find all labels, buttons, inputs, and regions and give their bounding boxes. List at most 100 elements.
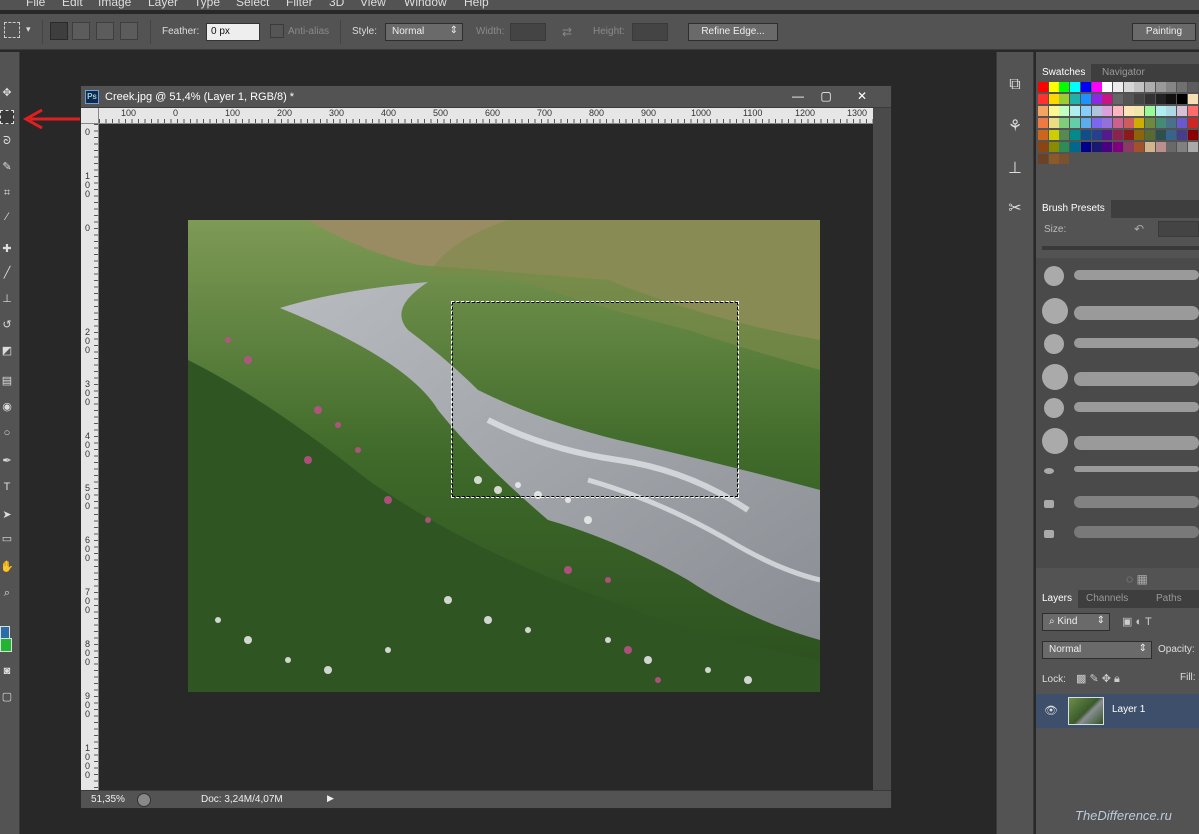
- screen-mode-icon[interactable]: ▢: [0, 690, 14, 704]
- color-swatch[interactable]: [1048, 94, 1059, 104]
- color-swatch[interactable]: [1102, 142, 1113, 152]
- menu-select[interactable]: Select: [236, 0, 269, 9]
- color-swatch[interactable]: [1038, 142, 1048, 152]
- feather-input[interactable]: 0 px: [206, 23, 260, 41]
- color-swatch[interactable]: [1048, 154, 1059, 164]
- color-swatch[interactable]: [1187, 106, 1198, 116]
- menu-help[interactable]: Help: [464, 0, 489, 9]
- color-swatch[interactable]: [1145, 82, 1155, 92]
- color-swatch[interactable]: [1059, 118, 1070, 128]
- horizontal-ruler[interactable]: 100 0 100 200 300 400 500 600 700 800 90…: [99, 108, 873, 124]
- color-swatch[interactable]: [1155, 118, 1166, 128]
- color-swatch[interactable]: [1155, 94, 1166, 104]
- move-icon[interactable]: ✥: [0, 86, 14, 100]
- color-swatch[interactable]: [1048, 142, 1059, 152]
- color-swatch[interactable]: [1134, 142, 1145, 152]
- color-swatch[interactable]: [1070, 82, 1081, 92]
- color-swatch[interactable]: [1134, 130, 1145, 140]
- color-swatch[interactable]: [1112, 106, 1123, 116]
- color-swatch[interactable]: [1080, 94, 1091, 104]
- layer-row[interactable]: 👁︎ Layer 1: [1036, 694, 1199, 728]
- color-swatch[interactable]: [1123, 82, 1134, 92]
- color-swatch[interactable]: [1048, 82, 1059, 92]
- brush-panel-icons[interactable]: ◌ ▦: [1126, 572, 1148, 586]
- color-swatch[interactable]: [1070, 94, 1081, 104]
- size-input[interactable]: [1158, 221, 1199, 237]
- background-color-swatch[interactable]: [0, 638, 12, 652]
- menu-file[interactable]: File: [26, 0, 45, 9]
- blend-mode-select[interactable]: Normal ⇕: [1042, 641, 1152, 659]
- color-swatch[interactable]: [1145, 106, 1155, 116]
- color-swatch[interactable]: [1166, 130, 1177, 140]
- brush-preset[interactable]: [1040, 426, 1199, 456]
- vertical-scrollbar[interactable]: [873, 108, 891, 790]
- color-swatch[interactable]: [1187, 118, 1198, 128]
- crop-icon[interactable]: ⌗: [0, 186, 14, 200]
- brush-preset[interactable]: [1040, 490, 1199, 520]
- menu-view[interactable]: View: [360, 0, 386, 9]
- brush-preset[interactable]: [1040, 394, 1199, 424]
- brush-preset[interactable]: [1040, 362, 1199, 392]
- color-swatch[interactable]: [1145, 142, 1155, 152]
- color-swatch[interactable]: [1091, 82, 1102, 92]
- color-swatch[interactable]: [1187, 94, 1198, 104]
- color-swatch[interactable]: [1038, 154, 1048, 164]
- color-swatch[interactable]: [1155, 130, 1166, 140]
- menu-window[interactable]: Window: [404, 0, 447, 9]
- color-swatch[interactable]: [1080, 130, 1091, 140]
- pen-icon[interactable]: ✒: [0, 454, 14, 468]
- color-swatch[interactable]: [1070, 142, 1081, 152]
- clone-source-icon[interactable]: ⊥: [1002, 156, 1028, 182]
- eyedropper-icon[interactable]: ⁄: [0, 210, 14, 224]
- add-selection-button[interactable]: [72, 22, 90, 40]
- workspace-button[interactable]: Painting: [1132, 23, 1196, 41]
- vertical-ruler[interactable]: 0 100 0 200 300 400 500 600 700 800 900 …: [81, 124, 99, 790]
- color-swatch[interactable]: [1177, 142, 1188, 152]
- color-swatch[interactable]: [1091, 142, 1102, 152]
- stamp-icon[interactable]: ⊥: [0, 292, 14, 306]
- healing-icon[interactable]: ✚: [0, 242, 14, 256]
- tab-swatches[interactable]: Swatches: [1036, 64, 1092, 82]
- intersect-selection-button[interactable]: [120, 22, 138, 40]
- kind-filter-select[interactable]: ⌕ Kind ⇕: [1042, 613, 1110, 631]
- tab-channels[interactable]: Channels: [1080, 590, 1134, 608]
- menu-layer[interactable]: Layer: [148, 0, 178, 9]
- color-swatch[interactable]: [1059, 106, 1070, 116]
- color-swatch[interactable]: [1177, 106, 1188, 116]
- color-swatch[interactable]: [1112, 82, 1123, 92]
- color-swatch[interactable]: [1102, 130, 1113, 140]
- color-swatch[interactable]: [1177, 94, 1188, 104]
- color-swatch[interactable]: [1059, 130, 1070, 140]
- color-swatch[interactable]: [1177, 130, 1188, 140]
- color-swatch[interactable]: [1080, 118, 1091, 128]
- color-swatch[interactable]: [1123, 94, 1134, 104]
- color-swatch[interactable]: [1134, 82, 1145, 92]
- menu-image[interactable]: Image: [98, 0, 131, 9]
- color-swatch[interactable]: [1070, 106, 1081, 116]
- gradient-icon[interactable]: ▤: [0, 374, 14, 388]
- tab-navigator[interactable]: Navigator: [1096, 64, 1151, 82]
- style-select[interactable]: Normal ⇕: [385, 23, 463, 41]
- color-swatch[interactable]: [1123, 106, 1134, 116]
- reset-icon[interactable]: ↶: [1134, 222, 1144, 236]
- color-swatch[interactable]: [1155, 142, 1166, 152]
- quick-mask-icon[interactable]: ◙: [0, 664, 14, 678]
- color-swatch[interactable]: [1134, 94, 1145, 104]
- color-swatch[interactable]: [1070, 118, 1081, 128]
- subtract-selection-button[interactable]: [96, 22, 114, 40]
- swap-icon[interactable]: ⇄: [562, 25, 572, 39]
- brush-preset[interactable]: [1040, 262, 1199, 292]
- color-swatch[interactable]: [1166, 82, 1177, 92]
- color-swatch[interactable]: [1112, 130, 1123, 140]
- swatches-grid[interactable]: [1038, 82, 1199, 182]
- color-swatch[interactable]: [1091, 118, 1102, 128]
- canvas-area[interactable]: [99, 124, 873, 790]
- color-swatch[interactable]: [1187, 82, 1198, 92]
- antialias-checkbox[interactable]: [270, 24, 284, 38]
- color-swatch[interactable]: [1091, 94, 1102, 104]
- zoom-icon[interactable]: ⌕: [0, 586, 14, 600]
- color-swatch[interactable]: [1059, 94, 1070, 104]
- document-title-bar[interactable]: Ps Creek.jpg @ 51,4% (Layer 1, RGB/8) * …: [81, 86, 891, 108]
- color-swatch[interactable]: [1091, 106, 1102, 116]
- path-select-icon[interactable]: ➤: [0, 508, 14, 522]
